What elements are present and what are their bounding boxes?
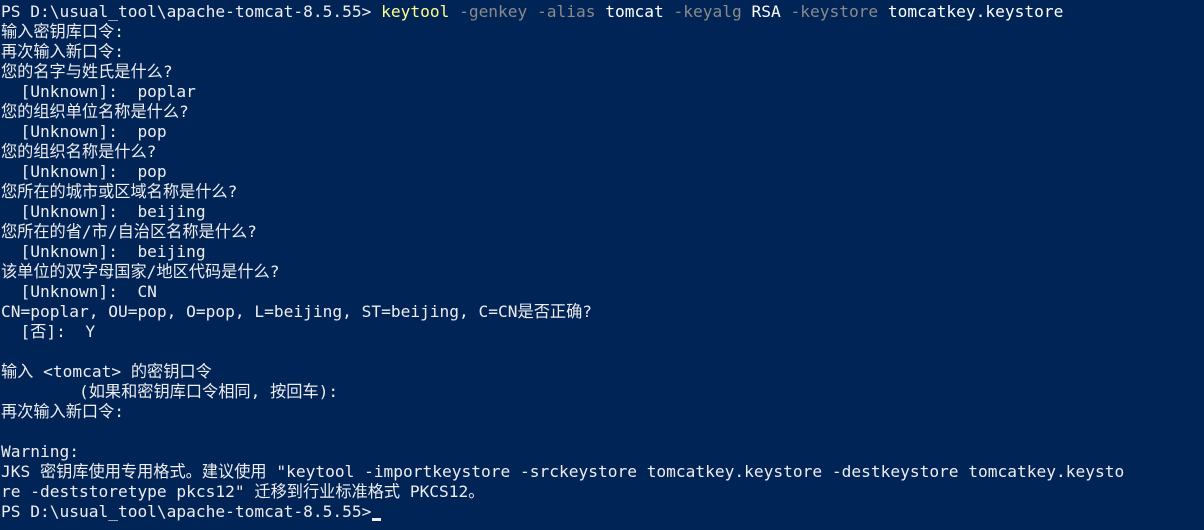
output-line: 您的名字与姓氏是什么? (1, 62, 173, 81)
output-line: 您的组织单位名称是什么? (1, 102, 189, 121)
arg-keystore: tomcatkey.keystore (878, 2, 1064, 21)
output-line: 该单位的双字母国家/地区代码是什么? (1, 262, 280, 281)
output-line: [Unknown]: pop (1, 162, 167, 181)
param-keyalg: -keyalg (663, 2, 742, 21)
output-line: 您所在的省/市/自治区名称是什么? (1, 222, 257, 241)
command-name: keytool (381, 2, 450, 21)
output-line: 再次输入新口令: (1, 42, 125, 61)
param-alias: -alias (527, 2, 596, 21)
output-line: [Unknown]: CN (1, 282, 157, 301)
output-line: 您所在的城市或区域名称是什么? (1, 182, 238, 201)
output-line: 输入密钥库口令: (1, 22, 125, 41)
warning-text: re -deststoretype pkcs12" 迁移到行业标准格式 PKCS… (1, 482, 485, 501)
arg-alias: tomcat (595, 2, 664, 21)
param-keystore: -keystore (780, 2, 879, 21)
warning-text: JKS 密钥库使用专用格式。建议使用 "keytool -importkeyst… (1, 462, 1125, 481)
powershell-terminal[interactable]: PS D:\usual_tool\apache-tomcat-8.5.55> k… (0, 0, 1204, 530)
output-line: [否]: Y (1, 322, 96, 341)
output-line: 输入 <tomcat> 的密钥口令 (1, 362, 212, 381)
warning-header: Warning: (1, 442, 79, 461)
output-line: 您的组织名称是什么? (1, 142, 157, 161)
cursor (372, 518, 382, 521)
output-line: [Unknown]: poplar (1, 82, 196, 101)
param-genkey: -genkey (449, 2, 528, 21)
command-line: PS D:\usual_tool\apache-tomcat-8.5.55> k… (1, 2, 1204, 22)
output-line: [Unknown]: pop (1, 122, 167, 141)
final-prompt: PS D:\usual_tool\apache-tomcat-8.5.55> (1, 502, 372, 521)
output-line: (如果和密钥库口令相同, 按回车): (1, 382, 339, 401)
output-line: [Unknown]: beijing (1, 202, 206, 221)
output-line: 再次输入新口令: (1, 402, 125, 421)
output-line: [Unknown]: beijing (1, 242, 206, 261)
output-line: CN=poplar, OU=pop, O=pop, L=beijing, ST=… (1, 302, 593, 321)
final-prompt-line[interactable]: PS D:\usual_tool\apache-tomcat-8.5.55> (1, 502, 1204, 522)
arg-keyalg: RSA (741, 2, 781, 21)
prompt: PS D:\usual_tool\apache-tomcat-8.5.55> (1, 2, 382, 21)
